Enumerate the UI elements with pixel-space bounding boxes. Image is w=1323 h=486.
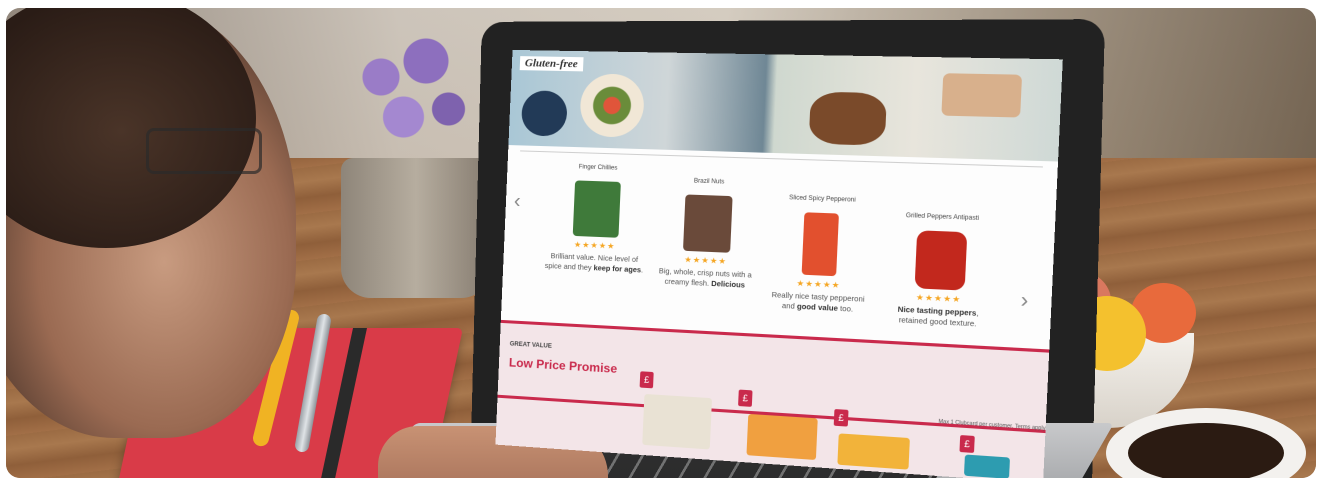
carousel-prev-chevron-icon[interactable]: ‹: [513, 190, 521, 213]
eggs-image: [941, 73, 1022, 117]
product-card[interactable]: Finger Chillies ★★★★★ Brilliant value. N…: [543, 163, 649, 275]
product-review: Big, whole, crisp nuts with a creamy fle…: [652, 266, 758, 291]
product-name[interactable]: Sliced Spicy Pepperoni: [768, 194, 876, 208]
product-review: Really nice tasty pepperoni and good val…: [764, 290, 873, 316]
product-image[interactable]: [572, 180, 620, 237]
salad-bowl-image: [579, 73, 645, 137]
glasses: [146, 128, 262, 174]
product-card[interactable]: Grilled Peppers Antipasti ★★★★★ Nice tas…: [882, 212, 998, 330]
product-name[interactable]: Grilled Peppers Antipasti: [887, 212, 999, 227]
product-review: Brilliant value. Nice level of spice and…: [543, 251, 645, 275]
chicken-image: [809, 92, 887, 146]
product-card[interactable]: Sliced Spicy Pepperoni ★★★★★ Really nice…: [764, 194, 877, 315]
price-promise-icon: £: [959, 435, 974, 453]
product-name[interactable]: Brazil Nuts: [657, 177, 762, 191]
lavender-plant: [336, 13, 486, 173]
promo-product-image[interactable]: [837, 433, 910, 469]
hero-banner[interactable]: Gluten-free: [508, 50, 1062, 162]
photo-scene: Gluten-free ‹ › Finger Chillies ★★★★★ Br…: [6, 8, 1316, 478]
promo-terms[interactable]: Max 1 Clubcard per customer. Terms apply: [938, 419, 1045, 432]
jar-image: [521, 90, 568, 136]
promo-product-image[interactable]: [746, 414, 817, 460]
promo-product-image[interactable]: [642, 394, 712, 450]
plant-pot: [341, 158, 491, 298]
promo-label: GREAT VALUE: [510, 341, 552, 349]
price-promise-icon: £: [738, 390, 752, 407]
product-name[interactable]: Finger Chillies: [547, 163, 649, 176]
product-image[interactable]: [914, 230, 967, 290]
product-image[interactable]: [802, 212, 839, 276]
coffee: [1128, 423, 1284, 478]
product-card[interactable]: Brazil Nuts ★★★★★ Big, whole, crisp nuts…: [652, 177, 762, 291]
promo-title[interactable]: Low Price Promise: [509, 355, 618, 376]
rating-stars: ★★★★★: [544, 239, 646, 252]
price-promise-icon: £: [640, 371, 654, 388]
product-review: Nice tasting peppers, retained good text…: [882, 304, 994, 330]
laptop-screen: Gluten-free ‹ › Finger Chillies ★★★★★ Br…: [495, 50, 1062, 478]
gluten-free-tag: Gluten-free: [520, 56, 583, 71]
promo-product-image[interactable]: [964, 454, 1010, 478]
price-promise-icon: £: [834, 409, 849, 427]
carousel-next-chevron-icon[interactable]: ›: [1020, 289, 1029, 314]
product-image[interactable]: [682, 194, 732, 252]
rating-stars: ★★★★★: [653, 254, 758, 268]
